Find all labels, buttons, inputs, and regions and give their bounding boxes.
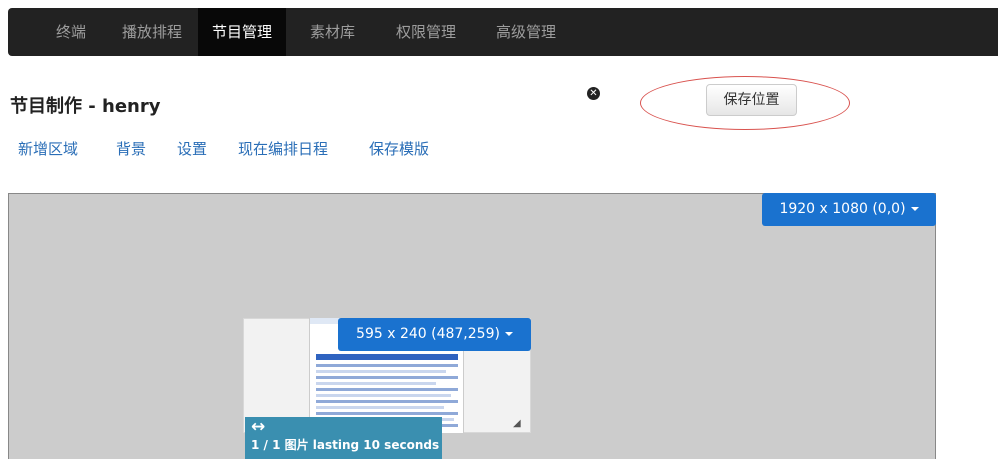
nav-item-permission-management[interactable]: 权限管理: [382, 8, 470, 56]
save-position-button[interactable]: 保存位置: [706, 84, 797, 116]
nav-item-advanced-management[interactable]: 高级管理: [482, 8, 570, 56]
close-circle-icon[interactable]: ✕: [587, 87, 600, 100]
page-title: 节目制作 - henry: [10, 96, 161, 117]
nav-item-schedule[interactable]: 播放排程: [108, 8, 196, 56]
top-navbar: 终端 播放排程 节目管理 素材库 权限管理 高级管理: [8, 8, 998, 56]
region-size-dropdown[interactable]: 595 x 240 (487,259): [338, 318, 531, 351]
caret-down-icon: [910, 207, 919, 211]
save-template-link[interactable]: 保存模版: [369, 138, 429, 159]
canvas-resolution-dropdown[interactable]: 1920 x 1080 (0,0): [762, 193, 936, 226]
nav-item-terminal[interactable]: 终端: [42, 8, 100, 56]
background-link[interactable]: 背景: [116, 138, 146, 159]
region-info-text: 1 / 1 图片 lasting 10 seconds: [251, 438, 440, 452]
caret-down-icon: [504, 332, 513, 336]
region-size-label: 595 x 240 (487,259): [356, 326, 500, 342]
settings-link[interactable]: 设置: [177, 138, 207, 159]
canvas-resolution-label: 1920 x 1080 (0,0): [779, 201, 906, 217]
schedule-now-link[interactable]: 现在编排日程: [238, 138, 328, 159]
nav-item-program-management[interactable]: 节目管理: [198, 8, 287, 56]
add-region-link[interactable]: 新增区域: [18, 138, 78, 159]
region-info-box: ↔ 1 / 1 图片 lasting 10 seconds: [245, 417, 442, 459]
nav-item-media-library[interactable]: 素材库: [296, 8, 369, 56]
resize-grip-icon[interactable]: ◢: [513, 419, 523, 429]
move-arrows-icon[interactable]: ↔: [251, 419, 436, 436]
